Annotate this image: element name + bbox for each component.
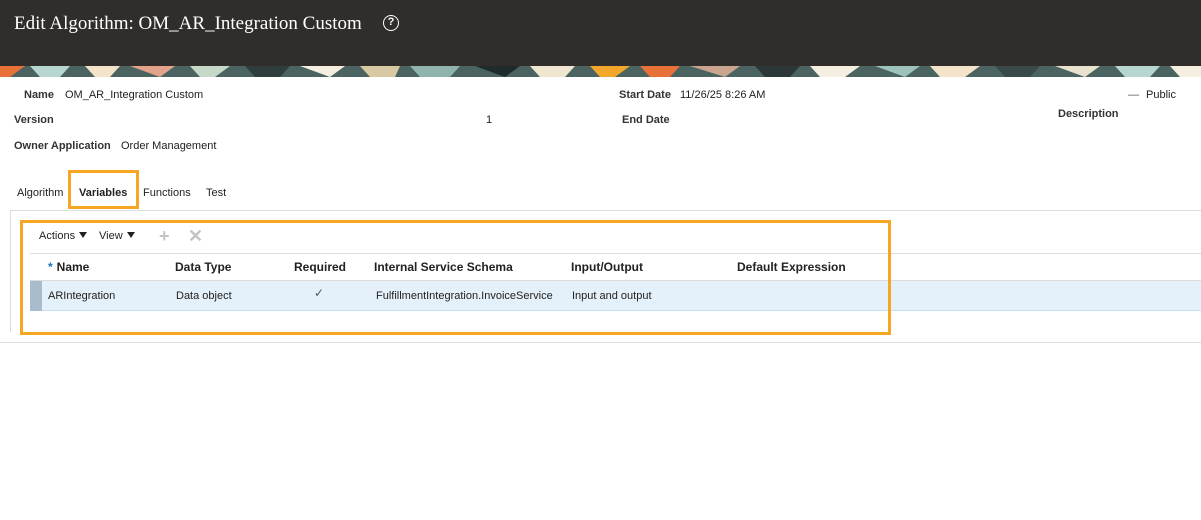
page-header: Edit Algorithm: OM_AR_Integration Custom… — [0, 0, 1201, 66]
tab-functions[interactable]: Functions — [143, 187, 191, 199]
variables-tab-highlight — [68, 170, 139, 209]
tab-algorithm[interactable]: Algorithm — [17, 187, 63, 199]
grid-highlight — [20, 220, 891, 335]
help-icon[interactable]: ? — [383, 15, 399, 31]
version-value: 1 — [486, 114, 493, 126]
name-value: OM_AR_Integration Custom — [65, 89, 204, 101]
panel-divider — [0, 342, 1201, 343]
owner-application-label: Owner Application — [14, 140, 111, 152]
start-date-label: Start Date — [619, 89, 671, 101]
page-title: Edit Algorithm: OM_AR_Integration Custom — [14, 13, 362, 34]
description-label: Description — [1058, 108, 1119, 120]
version-label: Version — [14, 114, 54, 126]
tab-test[interactable]: Test — [206, 187, 226, 199]
end-date-label: End Date — [622, 114, 670, 126]
public-dash: — — [1128, 89, 1139, 101]
decorative-banner — [0, 66, 1201, 77]
owner-application-value: Order Management — [121, 140, 217, 152]
start-date-value: 11/26/25 8:26 AM — [680, 89, 766, 101]
public-label: Public — [1146, 89, 1176, 101]
name-label: Name — [24, 89, 54, 101]
